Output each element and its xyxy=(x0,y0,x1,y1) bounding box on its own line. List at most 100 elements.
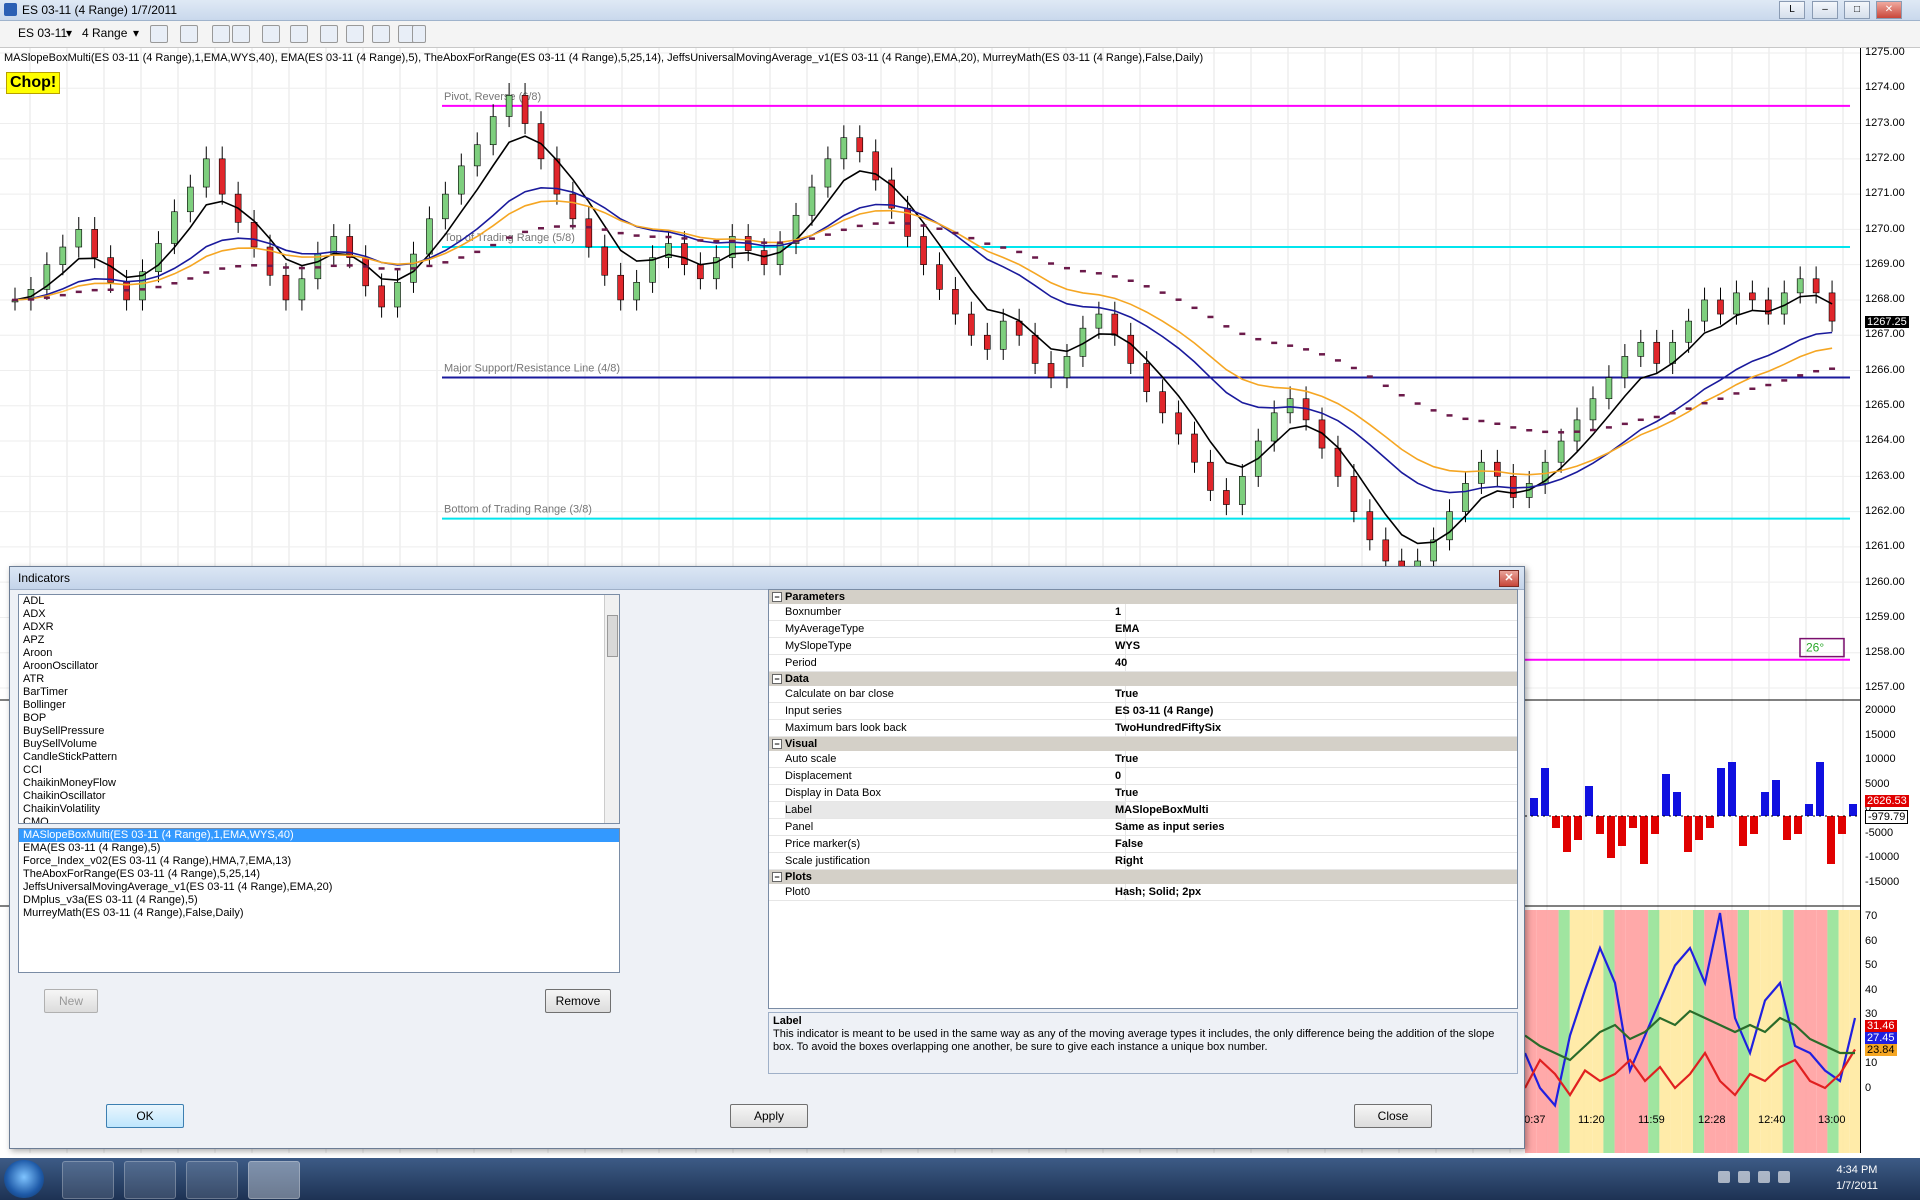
available-indicators-list[interactable]: ADL ADX ADXR APZ Aroon AroonOscillator ATR BarT… xyxy=(18,594,620,824)
apply-button[interactable]: Apply xyxy=(730,1104,808,1128)
indicator-list-item[interactable]: CMO xyxy=(19,816,619,823)
applied-indicator-item[interactable]: JeffsUniversalMovingAverage_v1(ES 03-11 … xyxy=(19,881,619,894)
chevron-down-icon[interactable]: ▾ xyxy=(133,26,139,40)
indicator-list-item[interactable]: Bollinger xyxy=(19,699,619,712)
indicator-list-item[interactable]: ADX xyxy=(19,608,619,621)
indicator-list-item[interactable]: BOP xyxy=(19,712,619,725)
indicators-icon[interactable] xyxy=(320,25,338,43)
volume-icon[interactable] xyxy=(1758,1171,1770,1183)
property-value[interactable]: WYS xyxy=(1115,638,1140,654)
property-row[interactable]: Displacement 0 xyxy=(769,768,1517,785)
property-row[interactable]: Boxnumber 1 xyxy=(769,604,1517,621)
property-row[interactable]: Plot0 Hash; Solid; 2px xyxy=(769,884,1517,901)
taskbar-clock[interactable]: 4:34 PM 1/7/2011 xyxy=(1836,1162,1878,1194)
pencil-icon[interactable] xyxy=(180,25,198,43)
internet-explorer-icon[interactable] xyxy=(62,1161,114,1199)
property-row[interactable]: Auto scale True xyxy=(769,751,1517,768)
collapse-icon[interactable]: − xyxy=(772,739,782,749)
property-row[interactable]: Calculate on bar close True xyxy=(769,686,1517,703)
chart-properties-icon[interactable] xyxy=(372,25,390,43)
indicator-list-item[interactable]: BarTimer xyxy=(19,686,619,699)
indicator-list-item[interactable]: BuySellPressure xyxy=(19,725,619,738)
indicator-list-item[interactable]: Aroon xyxy=(19,647,619,660)
scrollbar[interactable] xyxy=(604,595,619,823)
property-category[interactable]: − Visual xyxy=(769,737,1517,751)
zoom-icon[interactable] xyxy=(290,25,308,43)
property-value[interactable]: MASlopeBoxMulti xyxy=(1115,802,1209,818)
close-button[interactable]: Close xyxy=(1354,1104,1432,1128)
eraser-icon[interactable] xyxy=(232,25,250,43)
applied-indicator-item[interactable]: DMplus_v3a(ES 03-11 (4 Range),5) xyxy=(19,894,619,907)
indicator-list-item[interactable]: BuySellVolume xyxy=(19,738,619,751)
applied-indicators-list[interactable]: MASlopeBoxMulti(ES 03-11 (4 Range),1,EMA… xyxy=(18,828,620,973)
close-window-button[interactable]: ✕ xyxy=(1876,1,1902,19)
property-category[interactable]: − Plots xyxy=(769,870,1517,884)
ninjatrader-taskbar-icon[interactable] xyxy=(248,1161,300,1199)
applied-indicator-item[interactable]: TheAboxForRange(ES 03-11 (4 Range),5,25,… xyxy=(19,868,619,881)
property-row[interactable]: MySlopeType WYS xyxy=(769,638,1517,655)
property-value[interactable]: Hash; Solid; 2px xyxy=(1115,884,1201,900)
applied-indicator-item[interactable]: EMA(ES 03-11 (4 Range),5) xyxy=(19,842,619,855)
property-value[interactable]: 40 xyxy=(1115,655,1127,671)
dock-button[interactable]: L xyxy=(1779,1,1805,19)
applied-indicator-item[interactable]: MASlopeBoxMulti(ES 03-11 (4 Range),1,EMA… xyxy=(19,829,619,842)
indicator-list-item[interactable]: CCI xyxy=(19,764,619,777)
property-row[interactable]: Scale justification Right xyxy=(769,853,1517,870)
property-row[interactable]: Input series ES 03-11 (4 Range) xyxy=(769,703,1517,720)
indicator-list-item[interactable]: ChaikinOscillator xyxy=(19,790,619,803)
property-category[interactable]: − Data xyxy=(769,672,1517,686)
maximize-button[interactable]: □ xyxy=(1844,1,1870,19)
scrollbar-thumb[interactable] xyxy=(607,615,618,657)
file-explorer-icon[interactable] xyxy=(124,1161,176,1199)
pointer-icon[interactable] xyxy=(262,25,280,43)
property-row[interactable]: Period 40 xyxy=(769,655,1517,672)
property-value[interactable]: True xyxy=(1115,785,1138,801)
property-row[interactable]: Maximum bars look back TwoHundredFiftySix xyxy=(769,720,1517,737)
property-value[interactable]: Right xyxy=(1115,853,1143,869)
indicator-list-item[interactable]: ATR xyxy=(19,673,619,686)
property-value[interactable]: ES 03-11 (4 Range) xyxy=(1115,703,1213,719)
indicator-list-item[interactable]: ADL xyxy=(19,595,619,608)
collapse-icon[interactable]: − xyxy=(772,674,782,684)
network-icon[interactable] xyxy=(1738,1171,1750,1183)
chevron-down-icon[interactable]: ▾ xyxy=(66,26,72,40)
bar-type-icon[interactable] xyxy=(150,25,168,43)
media-player-icon[interactable] xyxy=(186,1161,238,1199)
property-value[interactable]: Same as input series xyxy=(1115,819,1224,835)
properties-grid[interactable]: − Parameters Boxnumber 1 MyAverageType EMA MyS… xyxy=(768,589,1518,1009)
new-button[interactable]: New xyxy=(44,989,98,1013)
strategies-icon[interactable] xyxy=(346,25,364,43)
remove-button[interactable]: Remove xyxy=(545,989,611,1013)
property-row[interactable]: MyAverageType EMA xyxy=(769,621,1517,638)
indicator-list-item[interactable]: ADXR xyxy=(19,621,619,634)
price-axis[interactable]: 1275.00 1274.00 1273.00 1272.00 1271.00 1270.… xyxy=(1860,46,1920,1153)
start-button[interactable] xyxy=(4,1160,44,1198)
property-value[interactable]: True xyxy=(1115,686,1138,702)
applied-indicator-item[interactable]: Force_Index_v02(ES 03-11 (4 Range),HMA,7… xyxy=(19,855,619,868)
template-icon[interactable] xyxy=(412,25,426,43)
applied-indicator-item[interactable]: MurreyMath(ES 03-11 (4 Range),False,Dail… xyxy=(19,907,619,920)
indicator-list-item[interactable]: AroonOscillator xyxy=(19,660,619,673)
minimize-button[interactable]: – xyxy=(1812,1,1838,19)
property-row[interactable]: Price marker(s) False xyxy=(769,836,1517,853)
close-icon[interactable]: ✕ xyxy=(1499,570,1519,587)
property-category[interactable]: − Parameters xyxy=(769,590,1517,604)
property-row[interactable]: Label MASlopeBoxMulti xyxy=(769,802,1517,819)
indicator-list-item[interactable]: ChaikinVolatility xyxy=(19,803,619,816)
collapse-icon[interactable]: − xyxy=(772,872,782,882)
property-value[interactable]: 1 xyxy=(1115,604,1121,620)
indicator-list-item[interactable]: ChaikinMoneyFlow xyxy=(19,777,619,790)
property-value[interactable]: 0 xyxy=(1115,768,1121,784)
property-value[interactable]: EMA xyxy=(1115,621,1139,637)
ok-button[interactable]: OK xyxy=(106,1104,184,1128)
collapse-icon[interactable]: − xyxy=(772,592,782,602)
crosshair-icon[interactable] xyxy=(212,25,230,43)
property-row[interactable]: Display in Data Box True xyxy=(769,785,1517,802)
property-value[interactable]: False xyxy=(1115,836,1143,852)
display-icon[interactable] xyxy=(1778,1171,1790,1183)
indicator-list-item[interactable]: APZ xyxy=(19,634,619,647)
property-value[interactable]: True xyxy=(1115,751,1138,767)
property-value[interactable]: TwoHundredFiftySix xyxy=(1115,720,1221,736)
property-row[interactable]: Panel Same as input series xyxy=(769,819,1517,836)
instrument-selector[interactable]: ES 03-11 xyxy=(18,26,67,40)
